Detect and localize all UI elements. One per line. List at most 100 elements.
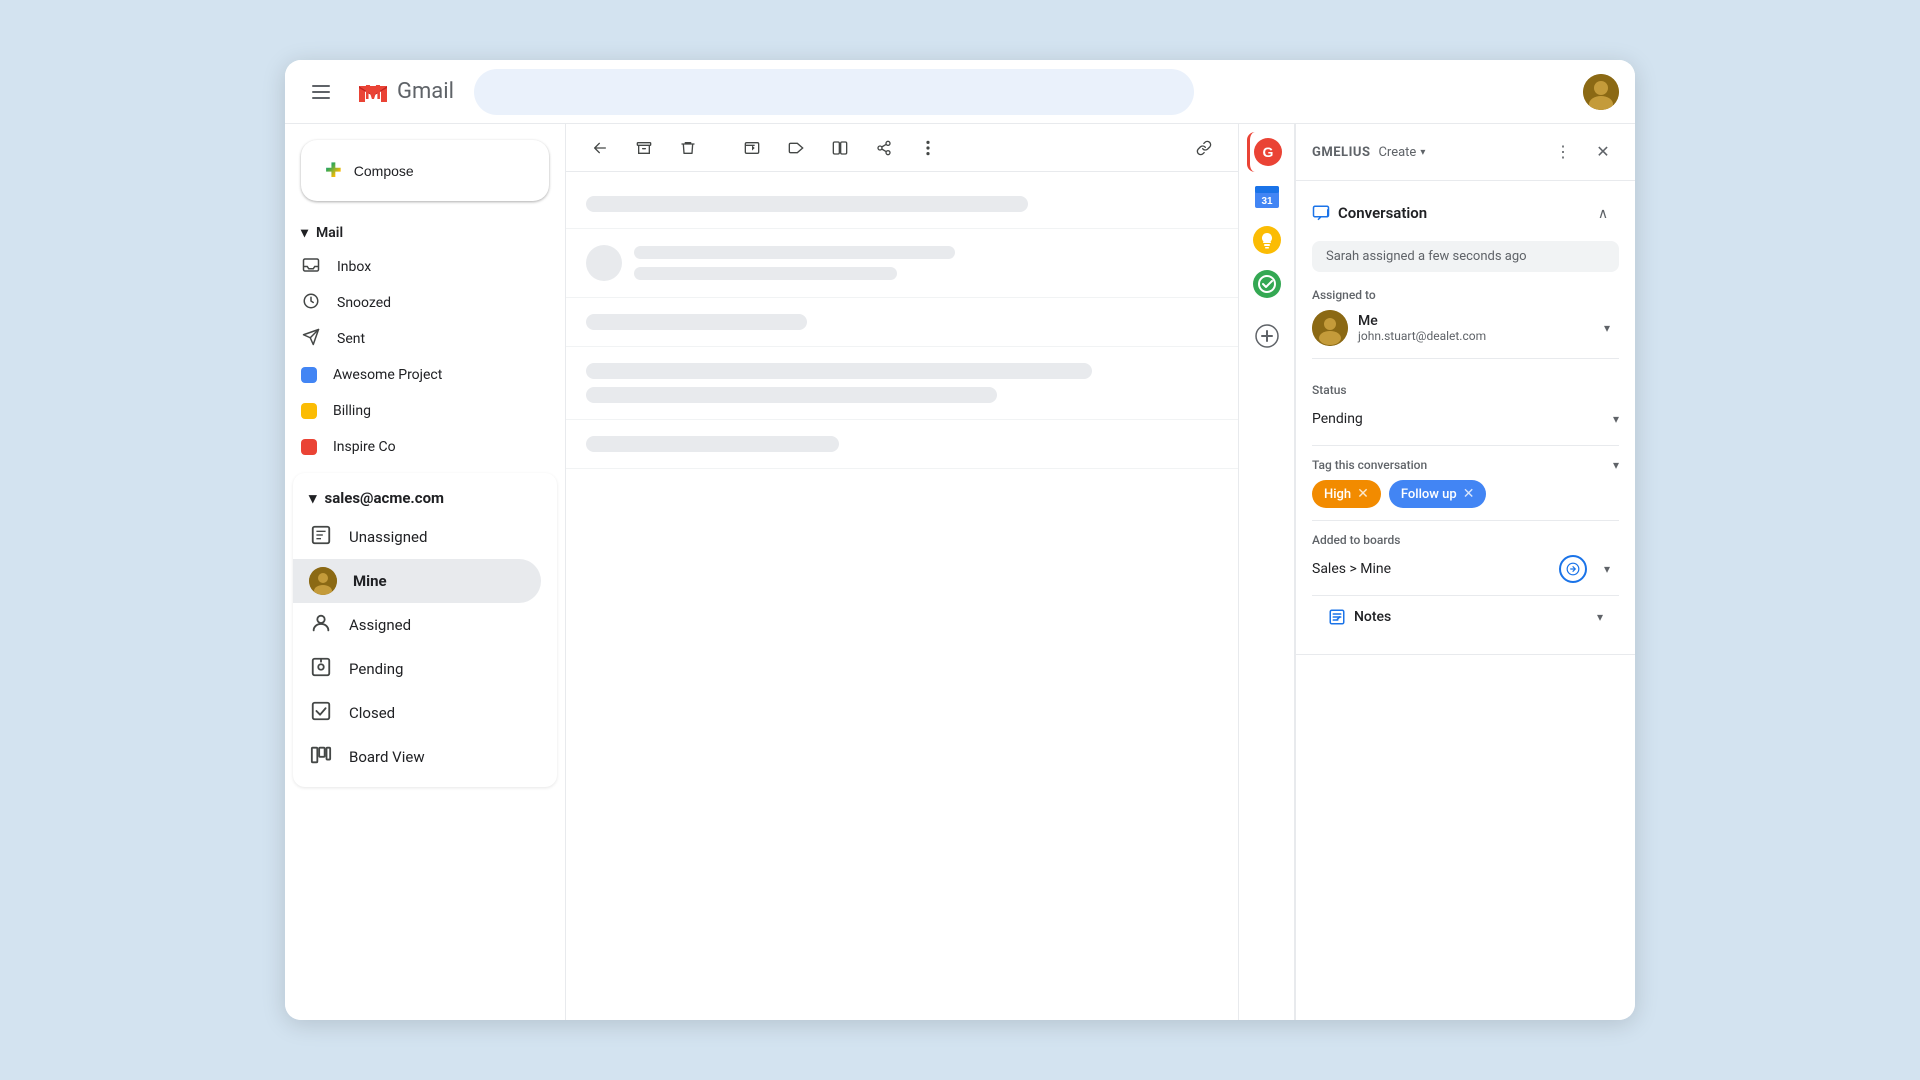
sidebar-item-awesome-project[interactable]: Awesome Project	[285, 357, 549, 393]
assignee-email: john.stuart@dealet.com	[1358, 329, 1585, 343]
split-button[interactable]	[822, 130, 858, 166]
status-dropdown[interactable]: Pending ▾	[1312, 405, 1619, 433]
snoozed-icon	[301, 292, 321, 315]
unassigned-icon	[309, 524, 333, 551]
skeleton-avatar	[586, 245, 622, 281]
assigned-label: Assigned	[349, 616, 411, 634]
billing-dot	[301, 403, 317, 419]
inbox-icon	[301, 256, 321, 279]
tag-follow-up[interactable]: Follow up ✕	[1389, 480, 1487, 508]
strip-icon-calendar[interactable]: 31	[1247, 176, 1287, 216]
panel-controls: ⋮ ✕	[1547, 136, 1619, 168]
strip-icon-gmelius[interactable]: G	[1247, 132, 1287, 172]
share-button[interactable]	[866, 130, 902, 166]
assignee-info: Me john.stuart@dealet.com	[1358, 313, 1585, 343]
sales-item-pending[interactable]: Pending	[293, 647, 541, 691]
sales-section: ▾ sales@acme.com Unassigned	[293, 473, 557, 787]
closed-label: Closed	[349, 704, 395, 722]
label-button[interactable]	[778, 130, 814, 166]
svg-text:G: G	[1263, 144, 1274, 160]
sent-icon	[301, 328, 321, 351]
strip-icon-tasks[interactable]	[1247, 264, 1287, 304]
back-button[interactable]	[582, 130, 618, 166]
sales-item-mine[interactable]: Mine	[293, 559, 541, 603]
notes-header[interactable]: Notes ▾	[1328, 608, 1603, 626]
create-chevron: ▾	[1420, 147, 1425, 158]
notes-expand-icon: ▾	[1597, 610, 1603, 624]
notes-title: Notes	[1354, 609, 1589, 625]
email-area	[565, 124, 1239, 1020]
conv-title: Conversation	[1338, 204, 1579, 222]
boards-value: Sales > Mine	[1312, 561, 1559, 577]
compose-button[interactable]: ✚ Compose	[301, 140, 549, 201]
email-list	[566, 172, 1238, 477]
billing-label: Billing	[333, 403, 371, 419]
sales-item-board-view[interactable]: Board View	[293, 735, 541, 779]
sidebar-item-snoozed[interactable]: Snoozed	[285, 285, 549, 321]
panel-more-button[interactable]: ⋮	[1547, 136, 1579, 168]
menu-icon[interactable]	[301, 72, 341, 112]
pending-label: Pending	[349, 660, 403, 678]
status-label: Status	[1312, 383, 1619, 397]
strip-icon-add[interactable]	[1247, 316, 1287, 356]
top-right	[1583, 74, 1619, 110]
notes-section: Notes ▾	[1312, 596, 1619, 638]
panel-close-button[interactable]: ✕	[1587, 136, 1619, 168]
sales-collapse-icon: ▾	[309, 489, 317, 507]
email-skeleton-1[interactable]	[566, 180, 1238, 229]
status-chevron: ▾	[1613, 412, 1619, 426]
mail-section-header[interactable]: ▾ Mail	[285, 217, 565, 249]
search-input[interactable]	[474, 69, 1194, 115]
sales-email: sales@acme.com	[325, 489, 445, 507]
notes-icon	[1328, 608, 1346, 626]
sidebar-item-sent[interactable]: Sent	[285, 321, 549, 357]
top-bar: M Gmail	[285, 60, 1635, 124]
sales-header[interactable]: ▾ sales@acme.com	[293, 481, 557, 515]
snoozed-label: Snoozed	[337, 295, 391, 311]
boards-navigate-btn[interactable]	[1559, 555, 1587, 583]
move-button[interactable]	[734, 130, 770, 166]
svg-text:M: M	[365, 82, 382, 104]
sidebar-item-billing[interactable]: Billing	[285, 393, 549, 429]
user-avatar-top[interactable]	[1583, 74, 1619, 110]
email-skeleton-5[interactable]	[566, 420, 1238, 469]
tag-follow-up-close[interactable]: ✕	[1463, 486, 1475, 502]
tag-high[interactable]: High ✕	[1312, 480, 1381, 508]
delete-button[interactable]	[670, 130, 706, 166]
boards-dropdown-btn[interactable]: ▾	[1595, 557, 1619, 581]
sales-item-closed[interactable]: Closed	[293, 691, 541, 735]
create-btn[interactable]: Create ▾	[1378, 145, 1425, 160]
more-button[interactable]	[910, 130, 946, 166]
assignment-chip: Sarah assigned a few seconds ago	[1312, 241, 1619, 272]
sales-item-assigned[interactable]: Assigned	[293, 603, 541, 647]
sales-item-unassigned[interactable]: Unassigned	[293, 515, 541, 559]
tags-section-chevron: ▾	[1613, 458, 1619, 472]
awesome-project-dot	[301, 367, 317, 383]
email-toolbar	[566, 124, 1238, 172]
email-skeleton-3[interactable]	[566, 298, 1238, 347]
tag-high-close[interactable]: ✕	[1357, 486, 1369, 502]
icon-strip: G 31	[1239, 124, 1295, 1020]
sidebar-item-inbox[interactable]: Inbox	[285, 249, 549, 285]
tag-follow-up-label: Follow up	[1401, 487, 1457, 502]
link-button[interactable]	[1186, 130, 1222, 166]
assigned-to-section: Assigned to Me john	[1312, 288, 1619, 359]
archive-button[interactable]	[626, 130, 662, 166]
mine-label: Mine	[353, 572, 387, 590]
boards-row: Sales > Mine ▾	[1312, 555, 1619, 583]
strip-icon-ideas[interactable]	[1247, 220, 1287, 260]
tags-row: High ✕ Follow up ✕	[1312, 480, 1619, 508]
email-skeleton-2[interactable]	[566, 229, 1238, 298]
email-skeleton-4[interactable]	[566, 347, 1238, 420]
sidebar-item-inspire-co[interactable]: Inspire Co	[285, 429, 549, 465]
conv-header: Conversation ∧	[1312, 197, 1619, 229]
awesome-project-label: Awesome Project	[333, 367, 442, 383]
sidebar: ✚ Compose ▾ Mail Inbox Snoozed	[285, 124, 565, 1020]
status-value: Pending	[1312, 411, 1363, 427]
assignee-dropdown-btn[interactable]: ▾	[1595, 316, 1619, 340]
conv-collapse-btn[interactable]: ∧	[1587, 197, 1619, 229]
board-view-icon	[309, 744, 333, 771]
compose-plus-icon: ✚	[325, 158, 342, 183]
right-panel: GMELIUS Create ▾ ⋮ ✕	[1295, 124, 1635, 1020]
assignee-row: Me john.stuart@dealet.com ▾	[1312, 310, 1619, 359]
